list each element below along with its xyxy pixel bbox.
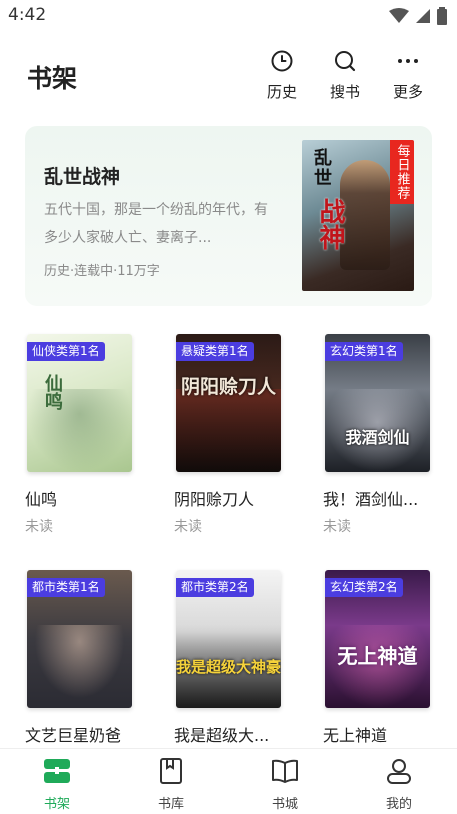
nav-item-library[interactable]: 书库: [141, 757, 201, 812]
book-status: 未读: [323, 519, 351, 535]
rank-badge: 仙侠类第1名: [27, 342, 105, 361]
more-label: 更多: [392, 83, 423, 101]
nav-label-library: 书库: [157, 797, 184, 812]
header: 书架 历史 搜书 更多: [0, 42, 457, 104]
nav-label-profile: 我的: [385, 797, 412, 812]
book-cover: 我酒剑仙 玄幻类第1名: [325, 334, 430, 472]
book-cover-text: 仙鸣: [42, 374, 63, 410]
history-clock-icon: [269, 48, 295, 73]
book-library-icon: [157, 757, 185, 785]
book-item[interactable]: 我是超级大神豪 都市类第2名 我是超级大...: [174, 570, 284, 746]
featured-description: 五代十国，那是一个纷乱的年代，有多少人家破人亡、妻离子...: [44, 202, 268, 246]
wifi-icon: [389, 8, 409, 23]
rank-badge: 悬疑类第1名: [176, 342, 254, 361]
book-title: 文艺巨星奶爸: [25, 726, 122, 745]
nav-item-profile[interactable]: 我的: [369, 757, 429, 812]
status-time: 4:42: [8, 5, 47, 25]
rank-badge: 都市类第1名: [27, 578, 105, 597]
status-bar: 4:42: [0, 0, 457, 32]
book-cover-text: 我酒剑仙: [345, 428, 410, 447]
book-title: 我！酒剑仙...: [323, 490, 419, 509]
book-title: 无上神道: [323, 726, 388, 745]
featured-cover[interactable]: 乱世 战神 每日推荐: [302, 140, 414, 291]
more-button[interactable]: 更多: [383, 48, 433, 102]
search-label: 搜书: [329, 83, 360, 101]
book-title: 我是超级大...: [174, 726, 270, 745]
book-title: 仙鸣: [25, 490, 58, 509]
more-dots-icon: [395, 48, 421, 73]
book-item[interactable]: 都市类第1名 文艺巨星奶爸: [25, 570, 135, 746]
book-item[interactable]: 无上神道 玄幻类第2名 无上神道: [323, 570, 433, 746]
rank-badge: 玄幻类第2名: [325, 578, 403, 597]
history-button[interactable]: 历史: [257, 48, 307, 102]
book-cover: 都市类第1名: [27, 570, 132, 708]
book-cover: 无上神道 玄幻类第2名: [325, 570, 430, 708]
rank-badge: 都市类第2名: [176, 578, 254, 597]
rank-badge: 玄幻类第1名: [325, 342, 403, 361]
featured-meta: 历史·连载中·11万字: [44, 264, 160, 279]
nav-item-bookshelf[interactable]: 书架: [27, 757, 87, 812]
search-icon: [332, 48, 358, 73]
book-cover-text: 阴阳赊刀人: [180, 376, 276, 398]
battery-icon: [437, 7, 447, 25]
featured-cover-text-main: 战神: [315, 198, 345, 250]
book-cover-text: 无上神道: [337, 644, 418, 668]
history-label: 历史: [266, 83, 297, 101]
book-status: 未读: [174, 519, 202, 535]
book-cover: 仙鸣 仙侠类第1名: [27, 334, 132, 472]
featured-title: 乱世战神: [44, 166, 121, 188]
nav-label-bookstore: 书城: [271, 797, 298, 812]
book-cover: 阴阳赊刀人 悬疑类第1名: [176, 334, 281, 472]
search-button[interactable]: 搜书: [320, 48, 370, 102]
book-item[interactable]: 我酒剑仙 玄幻类第1名 我！酒剑仙... 未读: [323, 334, 433, 536]
book-status: 未读: [25, 519, 53, 535]
featured-book-card[interactable]: 乱世战神 五代十国，那是一个纷乱的年代，有多少人家破人亡、妻离子... 历史·连…: [25, 126, 432, 306]
book-cover-text: 我是超级大神豪: [176, 658, 281, 676]
bookshelf-icon: [43, 757, 71, 785]
daily-recommend-badge: 每日推荐: [390, 140, 414, 204]
bottom-nav: 书架 书库 书城 我的: [0, 748, 457, 814]
status-icons: [389, 7, 447, 25]
book-title: 阴阳赊刀人: [174, 490, 255, 509]
book-item[interactable]: 仙鸣 仙侠类第1名 仙鸣 未读: [25, 334, 135, 536]
profile-icon: [385, 757, 413, 785]
signal-icon: [416, 9, 430, 23]
book-item[interactable]: 阴阳赊刀人 悬疑类第1名 阴阳赊刀人 未读: [174, 334, 284, 536]
book-cover: 我是超级大神豪 都市类第2名: [176, 570, 281, 708]
nav-label-bookshelf: 书架: [43, 797, 70, 812]
nav-item-bookstore[interactable]: 书城: [255, 757, 315, 812]
featured-cover-text-top: 乱世: [311, 148, 332, 188]
open-book-icon: [271, 757, 299, 785]
page-title: 书架: [27, 64, 78, 93]
